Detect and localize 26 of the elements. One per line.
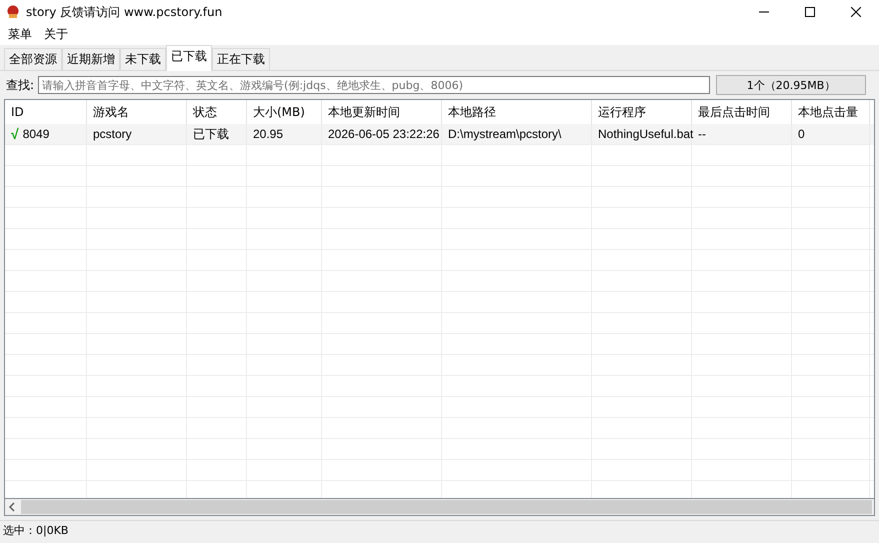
- check-mark: √: [11, 126, 19, 142]
- search-field[interactable]: 请输入拼音首字母、中文字符、英文名、游戏编号(例:jdqs、绝地求生、pubg、8006): [38, 76, 710, 94]
- table-cell: D:\mystream\pcstory\: [448, 127, 562, 141]
- table-cell: 已下载: [193, 126, 229, 142]
- result-summary: 1个（20.95MB）: [716, 75, 866, 95]
- window-title: story 反馈请访问 www.pcstory.fun: [26, 4, 222, 20]
- horizontal-scrollbar[interactable]: [4, 499, 875, 516]
- table-cell: NothingUseful.bat: [598, 127, 694, 141]
- app-logo-icon: [6, 5, 20, 19]
- table-cell: 2026-06-05 23:22:26: [328, 127, 440, 141]
- maximize-icon[interactable]: [805, 7, 815, 17]
- search-label: 查找:: [5, 76, 36, 94]
- table-cell: 0: [798, 127, 805, 141]
- tab[interactable]: 未下载: [120, 48, 166, 70]
- table-cell: 8049: [22, 127, 50, 141]
- close-icon[interactable]: [851, 7, 861, 17]
- table-cell: pcstory: [93, 127, 132, 141]
- tab[interactable]: 近期新增: [62, 48, 120, 70]
- tab[interactable]: 全部资源: [4, 48, 62, 70]
- table-cell: --: [698, 127, 706, 141]
- tab[interactable]: 正在下载: [212, 48, 270, 70]
- tab[interactable]: 已下载: [166, 45, 212, 71]
- table-cell: 20.95: [253, 127, 284, 141]
- menu-item[interactable]: 菜单: [2, 26, 38, 43]
- status-bar: 选中：0|0KB: [0, 520, 879, 539]
- menu-item[interactable]: 关于: [38, 26, 74, 43]
